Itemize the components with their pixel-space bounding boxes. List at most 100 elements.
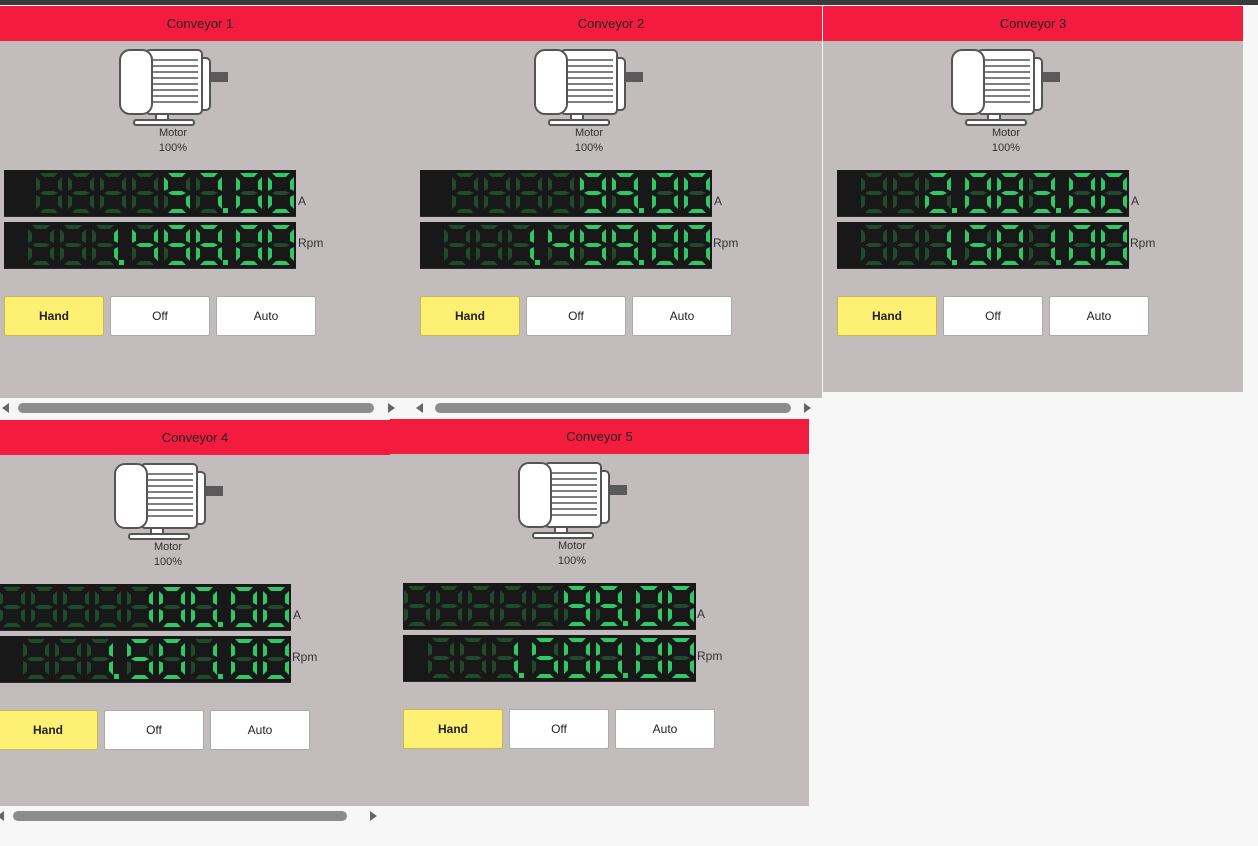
hand-button[interactable]: Hand (837, 296, 937, 336)
speed-display: 1,500.00 (403, 635, 696, 682)
scrollbar-thumb[interactable] (18, 403, 374, 413)
unlit-digit (68, 173, 94, 213)
display-digit (159, 587, 185, 627)
current-unit: A (1131, 194, 1140, 208)
scrollbar-thumb[interactable] (13, 811, 347, 821)
display-digit (636, 586, 662, 626)
display-digit (1101, 225, 1127, 265)
decimal-point (639, 208, 644, 213)
display-digit (596, 638, 622, 678)
display-digit (652, 173, 678, 213)
scroll-left-icon[interactable] (416, 403, 423, 413)
display-digit (196, 173, 222, 213)
auto-button[interactable]: Auto (632, 296, 732, 336)
decimal-point (1056, 260, 1061, 265)
display-digit (127, 587, 153, 627)
motor-icon (950, 46, 1062, 131)
display-digit (925, 225, 951, 265)
display-digit (548, 225, 574, 265)
conveyor-panel-5: Conveyor 5 Motor 100% 99.00A1,500.00Rpm Han… (390, 419, 809, 806)
hand-button[interactable]: Hand (420, 296, 520, 336)
motor-icon (533, 46, 645, 131)
scroll-left-icon[interactable] (0, 811, 4, 821)
display-digit (196, 225, 222, 265)
scroll-right-icon[interactable] (388, 403, 395, 413)
unlit-digit (893, 173, 919, 213)
motor-label: Motor (574, 127, 604, 139)
display-digit (164, 173, 190, 213)
top-bar (0, 0, 1258, 5)
display-digit (580, 173, 606, 213)
conveyor-panel-1: Conveyor 1 Motor 100% 57.00A1,498.00Rpm Han… (0, 6, 400, 398)
display-digit (87, 639, 113, 679)
scroll-left-icon[interactable] (2, 403, 9, 413)
unlit-digit (861, 225, 887, 265)
display-digit (92, 225, 118, 265)
hand-button[interactable]: Hand (403, 709, 503, 749)
decimal-point (535, 260, 540, 265)
display-digit (596, 586, 622, 626)
display-digit (925, 173, 951, 213)
current-display: 100.00 (0, 584, 291, 631)
unlit-digit (516, 173, 542, 213)
display-digit (668, 586, 694, 626)
unlit-digit (532, 586, 558, 626)
unlit-digit (36, 173, 62, 213)
display-digit (191, 639, 217, 679)
speed-unit: Rpm (292, 650, 318, 664)
off-button[interactable]: Off (509, 709, 609, 749)
decimal-point (119, 260, 124, 265)
motor-icon (517, 459, 629, 544)
display-digit (997, 225, 1023, 265)
horizontal-scrollbar-4[interactable] (0, 809, 388, 823)
hand-button[interactable]: Hand (0, 710, 98, 750)
auto-button[interactable]: Auto (210, 710, 310, 750)
display-digit (668, 638, 694, 678)
motor-label: Motor (158, 127, 188, 139)
motor-icon (113, 460, 225, 545)
speed-unit: Rpm (713, 236, 739, 250)
speed-unit: Rpm (298, 236, 324, 250)
unlit-digit (0, 587, 25, 627)
display-digit (965, 173, 991, 213)
auto-button[interactable]: Auto (216, 296, 316, 336)
decimal-point (952, 260, 957, 265)
display-digit (236, 173, 262, 213)
unlit-digit (31, 587, 57, 627)
display-digit (132, 225, 158, 265)
display-digit (636, 638, 662, 678)
current-unit: A (697, 607, 706, 621)
horizontal-scrollbar-2[interactable] (410, 401, 820, 415)
display-digit (1101, 173, 1127, 213)
decimal-point (1056, 208, 1061, 213)
scroll-right-icon[interactable] (370, 811, 377, 821)
scrollbar-thumb[interactable] (435, 403, 791, 413)
unlit-digit (444, 225, 470, 265)
unlit-digit (100, 173, 126, 213)
display-digit (508, 225, 534, 265)
display-digit (159, 639, 185, 679)
auto-button[interactable]: Auto (615, 709, 715, 749)
off-button[interactable]: Off (104, 710, 204, 750)
unlit-digit (404, 586, 430, 626)
display-digit (997, 173, 1023, 213)
decimal-point (218, 622, 223, 627)
display-digit (580, 225, 606, 265)
off-button[interactable]: Off (110, 296, 210, 336)
auto-button[interactable]: Auto (1049, 296, 1149, 336)
decimal-point (114, 674, 119, 679)
unlit-digit (484, 173, 510, 213)
display-digit (268, 173, 294, 213)
display-digit (564, 638, 590, 678)
panel-title: Conveyor 2 (400, 6, 822, 41)
unlit-digit (500, 586, 526, 626)
current-display: 99.00 (403, 583, 696, 630)
motor-label-block: Motor 100% (946, 126, 1066, 156)
scroll-right-icon[interactable] (804, 403, 811, 413)
off-button[interactable]: Off (943, 296, 1043, 336)
display-digit (1029, 173, 1055, 213)
hand-button[interactable]: Hand (4, 296, 104, 336)
off-button[interactable]: Off (526, 296, 626, 336)
horizontal-scrollbar-1[interactable] (0, 401, 400, 415)
display-digit (236, 225, 262, 265)
